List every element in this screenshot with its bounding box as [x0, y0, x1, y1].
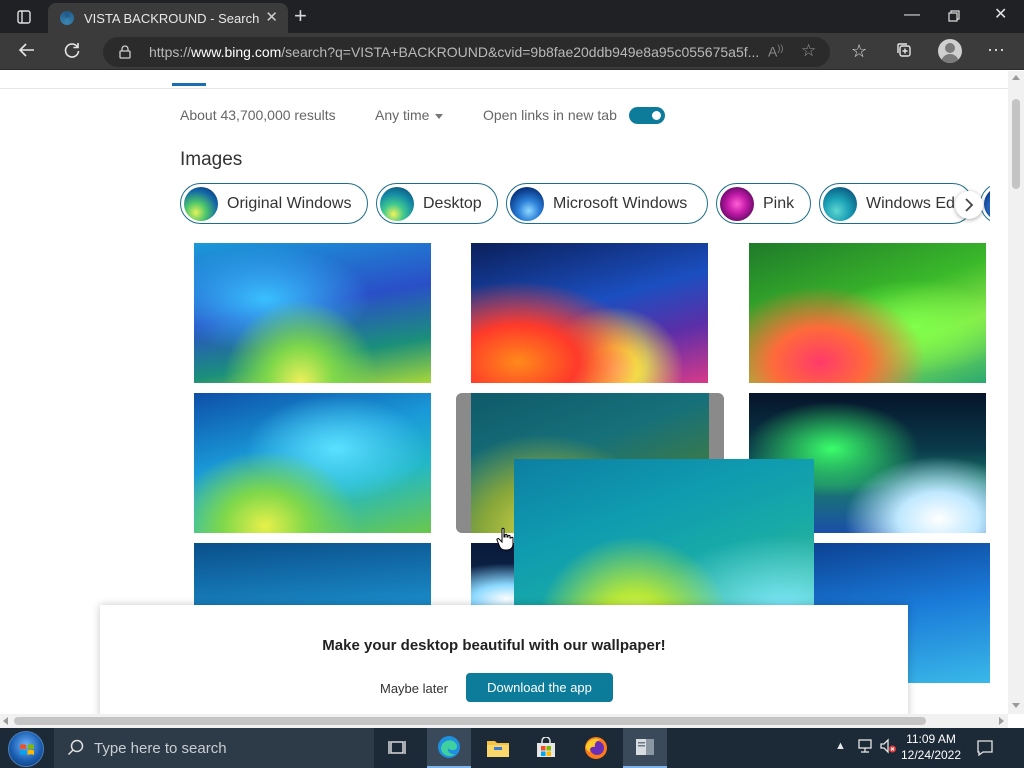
active-section-indicator: [172, 83, 206, 86]
tab-title: VISTA BACKROUND - Search: [84, 11, 260, 26]
chip-thumbnail: [184, 187, 218, 221]
bing-search-page: About 43,700,000 results Any time Open l…: [0, 71, 1008, 714]
start-button[interactable]: [8, 731, 44, 767]
browser-tab[interactable]: VISTA BACKROUND - Search ✕: [48, 3, 288, 33]
chip-thumbnail: [380, 187, 414, 221]
favorites-icon[interactable]: ☆: [851, 41, 867, 61]
maybe-later-button[interactable]: Maybe later: [380, 681, 448, 696]
close-window-icon[interactable]: ✕: [994, 5, 1007, 25]
minimize-icon[interactable]: —: [904, 5, 920, 25]
image-hover-preview[interactable]: [514, 459, 814, 619]
notification-center-icon[interactable]: [976, 739, 994, 757]
image-result[interactable]: [749, 243, 986, 383]
horizontal-scroll-thumb[interactable]: [14, 717, 926, 725]
time-filter-dropdown[interactable]: Any time: [375, 107, 444, 123]
browser-title-bar: VISTA BACKROUND - Search ✕ + — ✕: [0, 0, 1024, 33]
taskbar-clock[interactable]: 11:09 AM 12/24/2022: [900, 731, 962, 763]
collections-icon[interactable]: [895, 41, 913, 63]
hand-cursor-icon: [496, 527, 514, 551]
lock-icon[interactable]: [119, 45, 131, 64]
chip-thumbnail: [823, 187, 857, 221]
chip-pink[interactable]: Pink: [716, 183, 811, 224]
restore-icon[interactable]: [948, 8, 960, 28]
chip-original-windows[interactable]: Original Windows: [180, 183, 368, 224]
image-result[interactable]: [194, 393, 431, 533]
scroll-left-icon[interactable]: [3, 717, 8, 725]
image-result[interactable]: [471, 243, 708, 383]
back-icon[interactable]: [18, 41, 36, 63]
download-app-banner: Make your desktop beautiful with our wal…: [100, 605, 908, 714]
caret-down-icon: [435, 113, 444, 119]
scroll-down-icon[interactable]: [1012, 703, 1020, 708]
chip-thumbnail: [510, 187, 544, 221]
vertical-scrollbar[interactable]: [1008, 71, 1024, 714]
address-bar[interactable]: https://www.bing.com/search?q=VISTA+BACK…: [103, 37, 830, 67]
bing-favicon-icon: [60, 11, 74, 25]
banner-message: Make your desktop beautiful with our wal…: [322, 637, 666, 654]
taskbar-search-placeholder: Type here to search: [94, 740, 227, 757]
chevron-right-icon: [965, 198, 974, 212]
open-links-toggle[interactable]: [629, 107, 665, 124]
chip-microsoft-windows[interactable]: Microsoft Windows: [506, 183, 708, 224]
chip-windows-edition[interactable]: Windows Ed: [819, 183, 973, 224]
windows-logo-icon: [20, 744, 34, 755]
vertical-scroll-thumb[interactable]: [1012, 99, 1020, 189]
read-aloud-icon[interactable]: A)): [768, 43, 783, 60]
results-count: About 43,700,000 results: [180, 107, 336, 123]
firefox-icon[interactable]: [574, 728, 618, 768]
taskbar-search[interactable]: Type here to search: [54, 728, 374, 768]
scroll-right-icon[interactable]: [999, 717, 1004, 725]
profile-icon[interactable]: [938, 39, 962, 63]
volume-muted-icon[interactable]: [879, 738, 897, 757]
horizontal-scrollbar[interactable]: [0, 714, 1008, 728]
store-icon[interactable]: [524, 728, 568, 768]
toggle-knob: [652, 111, 661, 120]
chip-desktop[interactable]: Desktop: [376, 183, 498, 224]
app-window-taskbar-icon[interactable]: [623, 728, 667, 768]
tab-actions-icon[interactable]: [8, 6, 40, 28]
clock-time: 11:09 AM: [906, 732, 956, 746]
task-view-icon[interactable]: [376, 728, 420, 768]
chip-thumbnail: [984, 187, 990, 221]
new-tab-icon[interactable]: +: [294, 5, 307, 27]
download-app-button[interactable]: Download the app: [466, 673, 613, 702]
refresh-icon[interactable]: [63, 41, 81, 63]
image-result[interactable]: [194, 243, 431, 383]
open-links-label: Open links in new tab: [483, 107, 617, 123]
show-hidden-icons-icon[interactable]: ▲: [835, 740, 846, 752]
edge-taskbar-icon[interactable]: [427, 728, 471, 768]
more-icon[interactable]: ···: [987, 39, 1005, 59]
scroll-up-icon[interactable]: [1012, 75, 1020, 80]
windows-taskbar: Type here to search ▲ 11:09 AM 12/24/202…: [0, 728, 1024, 768]
browser-toolbar: https://www.bing.com/search?q=VISTA+BACK…: [0, 33, 1024, 70]
close-tab-icon[interactable]: ✕: [265, 10, 278, 26]
url-host: www.bing.com: [191, 44, 282, 60]
images-heading: Images: [180, 149, 243, 170]
header-divider: [0, 88, 1008, 89]
clock-date: 12/24/2022: [900, 748, 962, 762]
chips-next-button[interactable]: [955, 191, 983, 219]
url-text: https://www.bing.com/search?q=VISTA+BACK…: [149, 44, 759, 60]
search-icon: [67, 739, 84, 756]
add-favorite-icon[interactable]: ☆: [801, 41, 816, 61]
chip-thumbnail: [720, 187, 754, 221]
related-chips: Original Windows Desktop Microsoft Windo…: [180, 183, 990, 225]
network-icon[interactable]: [857, 738, 873, 757]
file-explorer-icon[interactable]: [476, 728, 520, 768]
